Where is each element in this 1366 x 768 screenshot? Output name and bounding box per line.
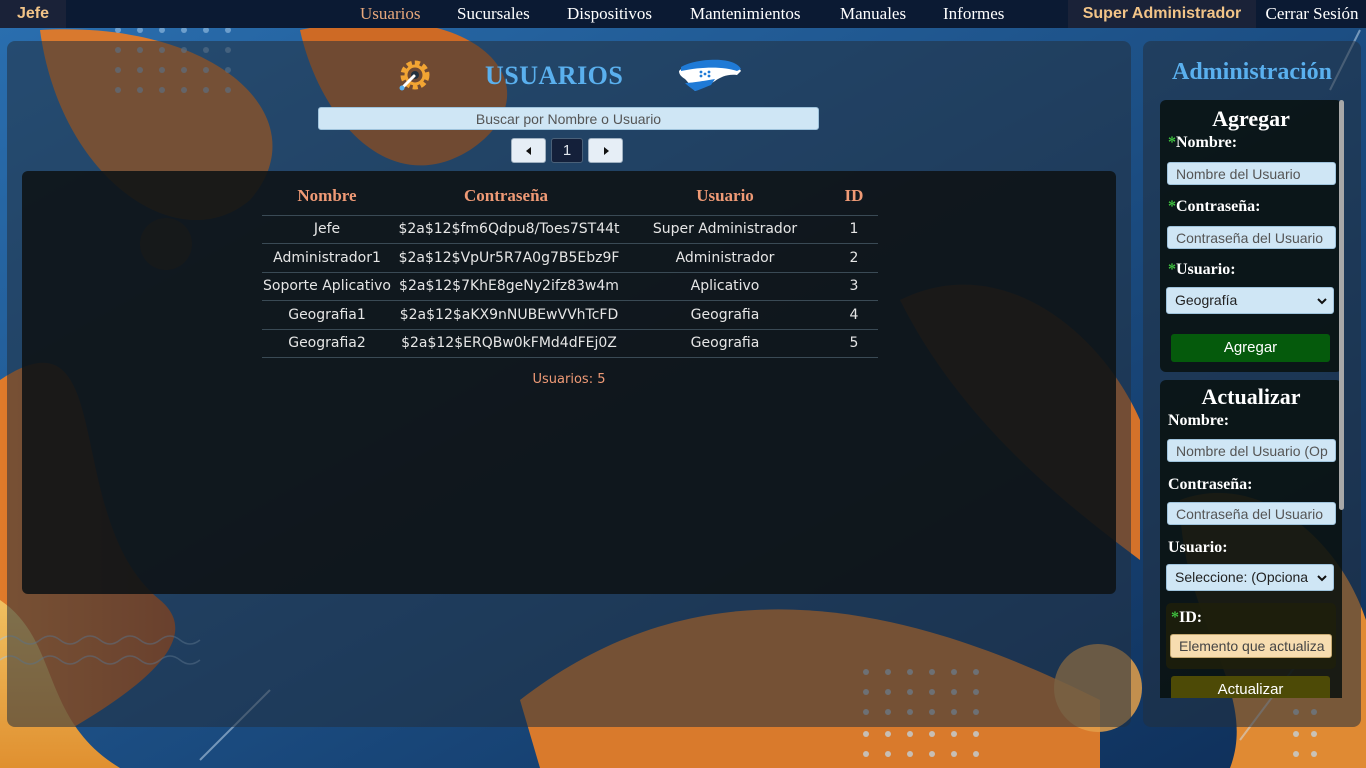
cell-usuario: Super Administrador (620, 215, 830, 244)
cell-nombre: Administrador1 (262, 243, 392, 273)
cell-id: 3 (830, 272, 878, 301)
admin-forms-scroll[interactable]: Agregar *Nombre: *Contraseña: *Usuario: … (1160, 100, 1343, 698)
brand-label[interactable]: Jefe (0, 0, 66, 28)
update-user-form: Actualizar Nombre: Contraseña: Usuario: … (1160, 380, 1342, 698)
cell-nombre: Jefe (262, 215, 392, 244)
admin-panel-title: Administración (1171, 59, 1332, 85)
cell-nombre: Geografia2 (262, 329, 392, 358)
update-name-label: Nombre: (1168, 412, 1230, 429)
page-header: USUARIOS (397, 55, 757, 99)
table-row[interactable]: Geografia2 $2a$12$ERQBw0kFMd4dFEj0Z Geog… (262, 329, 878, 358)
top-navbar: Jefe Usuarios Sucursales Dispositivos Ma… (0, 0, 1366, 28)
nav-link-mantenimientos[interactable]: Mantenimientos (690, 0, 800, 28)
nav-link-dispositivos[interactable]: Dispositivos (567, 0, 652, 28)
add-name-label: *Nombre: (1168, 134, 1238, 151)
pagination: 1 (511, 138, 631, 164)
update-button[interactable]: Actualizar (1171, 676, 1330, 698)
update-user-type-label: Usuario: (1168, 539, 1228, 556)
update-password-label: Contraseña: (1168, 476, 1253, 493)
users-table: Nombre Contraseña Usuario ID Jefe $2a$12… (262, 177, 878, 358)
page-title: USUARIOS (485, 61, 624, 90)
update-id-group: *ID: (1166, 603, 1336, 669)
nav-link-informes[interactable]: Informes (943, 0, 1004, 28)
prev-page-button[interactable] (511, 138, 546, 163)
cell-id: 2 (830, 243, 878, 273)
table-row[interactable]: Jefe $2a$12$fm6Qdpu8/Toes7ST44t Super Ad… (262, 215, 878, 244)
update-user-type-select[interactable]: Seleccione: (Opciona (1166, 564, 1334, 591)
user-role-badge: Super Administrador (1068, 0, 1256, 28)
users-table-container: Nombre Contraseña Usuario ID Jefe $2a$12… (22, 171, 1116, 594)
update-id-label: *ID: (1171, 609, 1203, 626)
update-user-type-value: Seleccione: (Opciona (1175, 569, 1309, 585)
table-header-row: Nombre Contraseña Usuario ID (262, 177, 878, 216)
add-user-type-select[interactable]: Geografía (1166, 287, 1334, 314)
update-id-field[interactable] (1170, 634, 1332, 658)
add-button[interactable]: Agregar (1171, 334, 1330, 362)
nav-link-usuarios[interactable]: Usuarios (360, 0, 420, 28)
caret-right-icon (604, 147, 609, 155)
cell-contrasena: $2a$12$VpUr5R7A0g7B5Ebz9F (392, 243, 620, 273)
next-page-button[interactable] (588, 138, 623, 163)
chevron-down-icon (1317, 575, 1327, 582)
column-header-usuario[interactable]: Usuario (620, 177, 830, 216)
add-form-title: Agregar (1212, 106, 1290, 131)
cell-usuario: Administrador (620, 243, 830, 273)
add-password-label: *Contraseña: (1168, 198, 1261, 215)
update-password-field[interactable] (1167, 502, 1336, 525)
cell-nombre: Geografia1 (262, 300, 392, 330)
update-name-field[interactable] (1167, 439, 1336, 462)
chevron-down-icon (1317, 298, 1327, 305)
cell-usuario: Geografia (620, 329, 830, 358)
add-password-field[interactable] (1167, 226, 1336, 249)
cell-usuario: Aplicativo (620, 272, 830, 301)
table-row[interactable]: Geografia1 $2a$12$aKX9nNUBEwVVhTcFD Geog… (262, 300, 878, 330)
cell-nombre: Soporte Aplicativo (262, 272, 392, 301)
update-form-title: Actualizar (1201, 384, 1301, 409)
nav-link-sucursales[interactable]: Sucursales (457, 0, 530, 28)
cell-id: 4 (830, 300, 878, 330)
caret-left-icon (526, 147, 531, 155)
column-header-contrasena[interactable]: Contraseña (392, 177, 620, 216)
users-panel: USUARIOS 1 Nombre Contraseña Usuario I (7, 41, 1131, 727)
cell-id: 1 (830, 215, 878, 244)
cell-contrasena: $2a$12$7KhE8geNy2ifz83w4m (392, 272, 620, 301)
table-row[interactable]: Soporte Aplicativo $2a$12$7KhE8geNy2ifz8… (262, 272, 878, 301)
table-row[interactable]: Administrador1 $2a$12$VpUr5R7A0g7B5Ebz9F… (262, 243, 878, 273)
column-header-nombre[interactable]: Nombre (262, 177, 392, 216)
cell-usuario: Geografia (620, 300, 830, 330)
gear-wrench-icon (399, 60, 430, 91)
add-user-type-value: Geografía (1175, 292, 1238, 308)
add-user-type-label: *Usuario: (1168, 261, 1236, 278)
cell-contrasena: $2a$12$ERQBw0kFMd4dFEj0Z (392, 329, 620, 358)
add-user-form: Agregar *Nombre: *Contraseña: *Usuario: … (1160, 100, 1342, 372)
cell-contrasena: $2a$12$fm6Qdpu8/Toes7ST44t (392, 215, 620, 244)
logout-button[interactable]: Cerrar Sesión (1258, 0, 1366, 28)
honduras-map-flag-icon (679, 59, 741, 91)
search-input[interactable] (318, 107, 819, 130)
column-header-id[interactable]: ID (830, 177, 878, 216)
cell-contrasena: $2a$12$aKX9nNUBEwVVhTcFD (392, 300, 620, 330)
add-name-field[interactable] (1167, 162, 1336, 185)
cell-id: 5 (830, 329, 878, 358)
current-page-number[interactable]: 1 (551, 138, 583, 163)
admin-panel-scrollbar[interactable] (1339, 100, 1344, 510)
nav-link-manuales[interactable]: Manuales (840, 0, 906, 28)
admin-panel: Administración Agregar *Nombre: *Contras… (1143, 41, 1361, 727)
users-count: Usuarios: 5 (532, 372, 606, 387)
